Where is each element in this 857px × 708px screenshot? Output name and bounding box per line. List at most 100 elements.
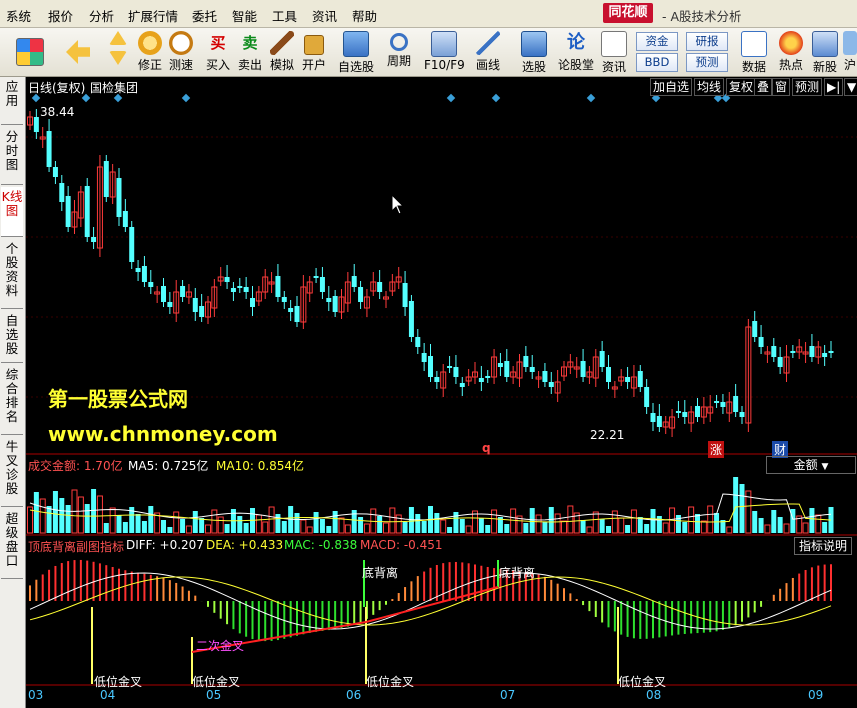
x-axis-label-09: 09	[808, 688, 824, 702]
macd-dea: DEA: +0.433	[206, 538, 284, 552]
forum-button[interactable]: 论 论股堂	[558, 30, 594, 74]
speed-test-button[interactable]: 测速	[167, 30, 195, 74]
sidebar-tab-ranking[interactable]: 综合排名	[1, 365, 23, 435]
x-axis-label-05: 05	[206, 688, 222, 702]
back-arrow-icon	[66, 40, 90, 64]
forum-label: 论股堂	[558, 58, 595, 72]
simulate-icon	[270, 31, 294, 55]
sell-label: 卖出	[237, 58, 262, 72]
speed-test-label: 测速	[168, 58, 193, 72]
volume-selector-value: 金额	[793, 458, 818, 472]
marker-q[interactable]: q	[482, 441, 491, 455]
up-arrow-icon	[109, 31, 127, 45]
data-label: 数据	[741, 60, 766, 74]
hot-button[interactable]: 热点	[776, 30, 806, 74]
sidebar-tab-diagnose[interactable]: 牛叉诊股	[1, 437, 23, 507]
sidebar-tab-intraday[interactable]: 分时图	[1, 127, 23, 185]
layout-grid-icon	[16, 38, 44, 66]
stock-name: 国检集团	[90, 81, 139, 95]
ma-button[interactable]: 均线	[694, 78, 725, 96]
x-axis-label-08: 08	[646, 688, 662, 702]
open-account-button[interactable]: 开户	[300, 30, 328, 74]
overlay-button[interactable]: 叠	[754, 78, 773, 96]
window-button[interactable]: 窗	[772, 78, 791, 96]
volume-selector[interactable]: 金额 ▼	[766, 456, 856, 474]
f10-label: F10/F9	[424, 58, 465, 72]
f10-icon	[431, 31, 457, 57]
kline-period-title[interactable]: 日线(复权)	[28, 79, 85, 96]
indicator-help-button[interactable]: 指标说明	[794, 537, 853, 555]
sidebar-tab-profile[interactable]: 个股资料	[1, 239, 23, 309]
sell-icon: 卖	[242, 34, 258, 52]
research-button[interactable]: 研报	[686, 32, 728, 51]
sh-button[interactable]: 沪	[843, 30, 857, 74]
x-axis-label-04: 04	[100, 688, 116, 702]
sidebar-tab-kline[interactable]: K线图	[1, 187, 23, 237]
period-button[interactable]: 周期	[382, 30, 416, 74]
macd-diff: DIFF: +0.207	[126, 538, 204, 552]
simulate-button[interactable]: 模拟	[268, 30, 296, 74]
stock-pick-icon	[521, 31, 547, 57]
period-label: 周期	[386, 54, 411, 68]
watchlist-label: 自选股	[337, 60, 374, 74]
watermark-url: www.chnmoney.com	[48, 422, 278, 446]
adjust-button[interactable]: 复权	[726, 78, 757, 96]
forum-icon: 论	[567, 32, 585, 53]
x-axis-label-06: 06	[346, 688, 362, 702]
f10-button[interactable]: F10/F9	[424, 30, 465, 74]
period-icon	[390, 33, 408, 51]
sidebar-tab-orderbook[interactable]: 超级盘口	[1, 509, 23, 579]
stock-pick-button[interactable]: 选股	[516, 30, 552, 74]
left-sidebar: 应用 分时图 K线图 个股资料 自选股 综合排名 牛叉诊股 超级盘口	[0, 77, 26, 708]
signal-golden-cross-3: 低位金叉	[366, 675, 415, 689]
data-button[interactable]: 数据	[738, 30, 770, 74]
layout-button[interactable]	[10, 30, 50, 74]
fix-button[interactable]: 修正	[136, 30, 164, 74]
menu-tools[interactable]: 工具	[272, 6, 297, 25]
bbd-button[interactable]: BBD	[636, 53, 678, 72]
lock-icon	[304, 35, 324, 55]
watchlist-icon	[343, 31, 369, 57]
news-button[interactable]: 资讯	[600, 30, 628, 74]
marker-limit-up[interactable]: 涨	[708, 441, 725, 458]
ipo-button[interactable]: 新股	[810, 30, 840, 74]
draw-line-button[interactable]: 画线	[470, 30, 506, 74]
back-button[interactable]	[62, 30, 94, 74]
menu-quote[interactable]: 报价	[48, 6, 73, 25]
fix-icon	[138, 31, 162, 55]
x-axis-label-07: 07	[500, 688, 516, 702]
scroll-down-icon[interactable]: ▼	[844, 78, 857, 96]
macd-title: 顶底背离副图指标	[28, 540, 125, 554]
sidebar-tab-watchlist[interactable]: 自选股	[1, 311, 23, 363]
volume-ma10: MA10: 0.854亿	[216, 459, 305, 473]
buy-button[interactable]: 买 买入	[204, 30, 232, 74]
menu-extended-quote[interactable]: 扩展行情	[128, 6, 178, 25]
volume-title: 成交金额: 1.70亿	[28, 459, 123, 473]
chart-area[interactable]: 日线(复权) 国检集团 加自选 均线 复权 叠 窗 预测 ▶| ▼ 38.44 …	[26, 77, 857, 708]
fund-button[interactable]: 资金	[636, 32, 678, 51]
x-axis-label-03: 03	[28, 688, 44, 702]
volume-ma5: MA5: 0.725亿	[128, 459, 209, 473]
watchlist-button[interactable]: 自选股	[336, 30, 376, 74]
up-down-button[interactable]	[106, 30, 130, 74]
menu-news[interactable]: 资讯	[312, 6, 337, 25]
macd-value: MACD: -0.451	[360, 538, 443, 552]
forecast-button[interactable]: 预测	[686, 53, 728, 72]
add-watchlist-button[interactable]: 加自选	[650, 78, 693, 96]
menu-system[interactable]: 系统	[6, 6, 31, 25]
draw-line-icon	[476, 31, 500, 55]
sidebar-tab-apps[interactable]: 应用	[1, 77, 23, 125]
ipo-icon	[812, 31, 838, 57]
watermark-title: 第一股票公式网	[48, 387, 188, 411]
predict-button[interactable]: 预测	[792, 78, 823, 96]
signal-bottom-divergence-1: 底背离	[362, 566, 399, 580]
macd-green: MAC: -0.838	[284, 538, 358, 552]
menu-trade[interactable]: 委托	[192, 6, 217, 25]
expand-arrow-icon[interactable]: ▶|	[824, 78, 844, 96]
menu-smart[interactable]: 智能	[232, 6, 257, 25]
buy-icon: 买	[210, 34, 226, 52]
menu-analysis[interactable]: 分析	[89, 6, 114, 25]
low-price-label: 22.21	[590, 428, 625, 442]
sell-button[interactable]: 卖 卖出	[236, 30, 264, 74]
menu-help[interactable]: 帮助	[352, 6, 377, 25]
